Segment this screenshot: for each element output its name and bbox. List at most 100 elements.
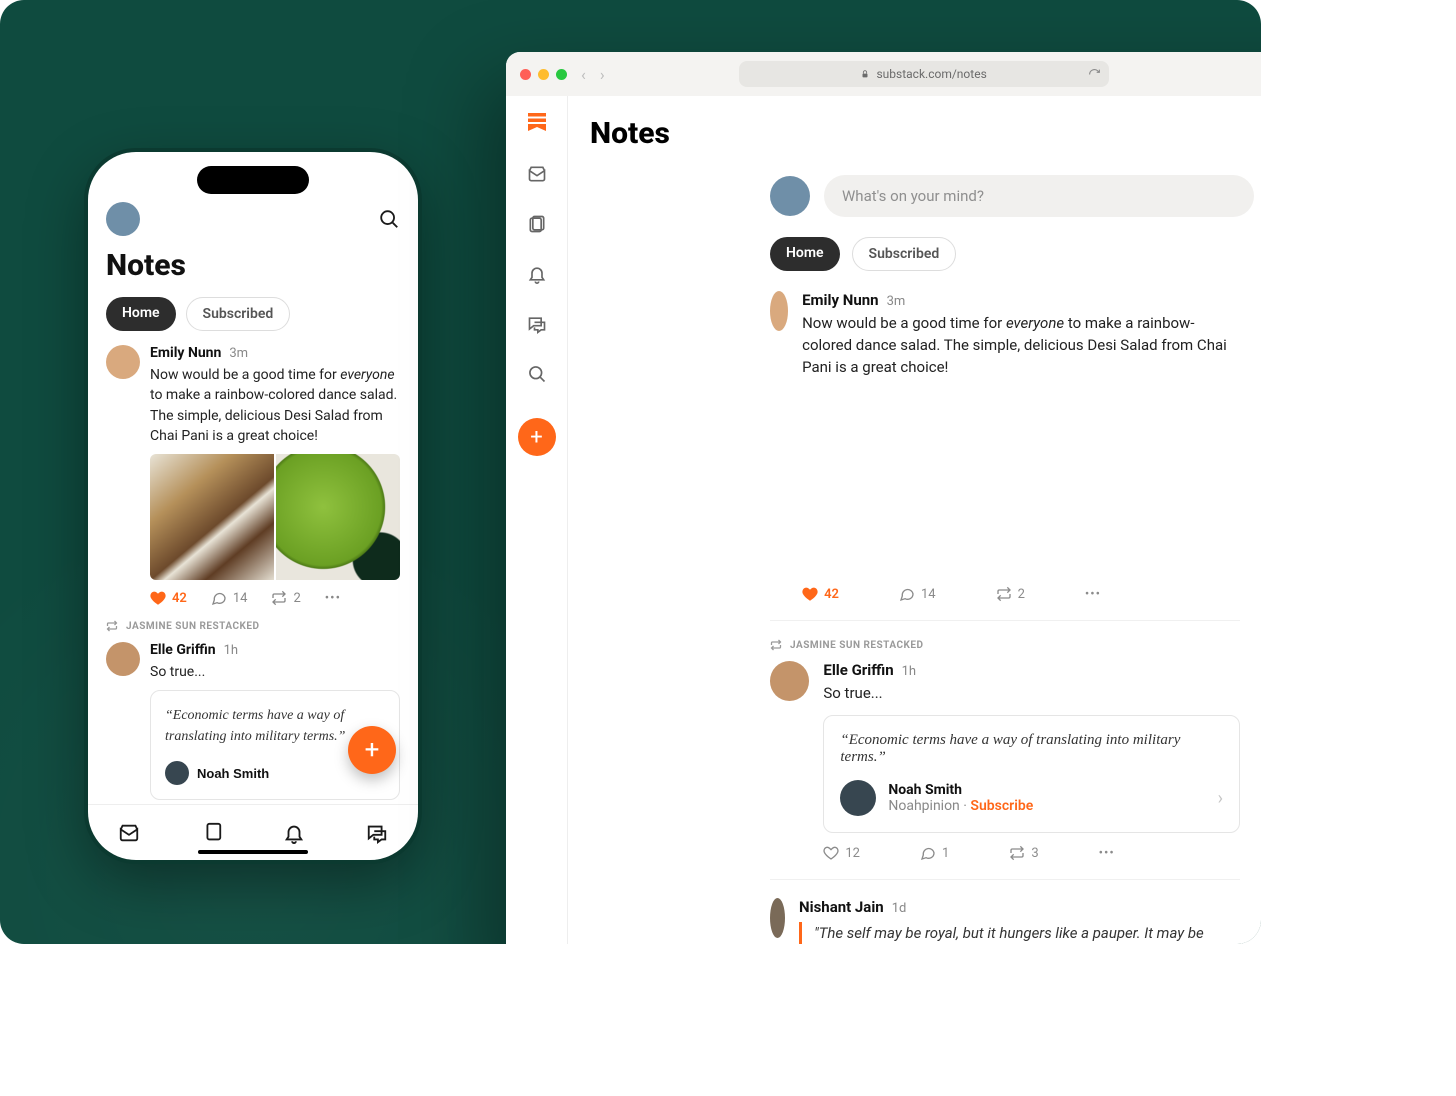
post-actions: 42 14 2 ••• xyxy=(802,586,1240,602)
user-avatar[interactable] xyxy=(770,176,810,216)
feed-tabs: Home Subscribed xyxy=(770,237,1261,271)
embed-avatar[interactable] xyxy=(840,780,876,816)
restack-indicator: JASMINE SUN RESTACKED xyxy=(106,620,400,632)
quote-embed[interactable]: “Economic terms have a way of translatin… xyxy=(823,715,1240,833)
post-time: 1h xyxy=(224,643,238,658)
notes-icon[interactable] xyxy=(527,214,547,234)
post-images[interactable] xyxy=(802,388,1240,574)
author-avatar[interactable] xyxy=(106,642,140,676)
post-body: Now would be a good time for everyone to… xyxy=(802,313,1240,378)
post-time: 3m xyxy=(887,294,906,309)
author-name[interactable]: Nishant Jain xyxy=(799,898,884,916)
chat-icon[interactable] xyxy=(527,314,547,334)
post-body: So true... xyxy=(150,662,400,682)
post-image[interactable] xyxy=(1022,388,1240,574)
chevron-right-icon: › xyxy=(1218,788,1223,809)
post: Emily Nunn 3m Now would be a good time f… xyxy=(770,291,1240,621)
more-button[interactable]: ••• xyxy=(1085,587,1101,602)
compose-button[interactable]: + xyxy=(518,418,556,456)
compose-input[interactable]: What's on your mind? xyxy=(824,175,1254,217)
inbox-icon[interactable] xyxy=(118,822,140,844)
tab-subscribed[interactable]: Subscribed xyxy=(186,297,291,331)
search-icon[interactable] xyxy=(527,364,547,384)
post: Emily Nunn 3m Now would be a good time f… xyxy=(106,345,400,606)
restack-button[interactable]: 2 xyxy=(996,586,1025,602)
browser-toolbar: ‹ › substack.com/notes xyxy=(506,52,1261,96)
post-image[interactable] xyxy=(276,454,400,580)
author-name[interactable]: Elle Griffin xyxy=(150,642,216,658)
post-image[interactable] xyxy=(150,454,274,580)
tab-subscribed[interactable]: Subscribed xyxy=(852,237,957,271)
comment-button[interactable]: 14 xyxy=(899,586,936,602)
substack-logo[interactable] xyxy=(525,110,549,134)
back-button[interactable]: ‹ xyxy=(581,65,586,84)
tab-home[interactable]: Home xyxy=(106,297,176,331)
phone-notch xyxy=(197,166,309,194)
compose-row: What's on your mind? xyxy=(770,175,1261,217)
comment-button[interactable]: 1 xyxy=(920,845,949,861)
quote-text: “Economic terms have a way of translatin… xyxy=(840,732,1223,766)
phone-mockup: Notes Home Subscribed Emily Nunn 3m Now … xyxy=(88,152,418,860)
browser-window: ‹ › substack.com/notes + Notes xyxy=(506,52,1261,944)
close-window[interactable] xyxy=(520,69,531,80)
maximize-window[interactable] xyxy=(556,69,567,80)
feed-tabs: Home Subscribed xyxy=(106,297,400,331)
restack-icon xyxy=(770,639,782,651)
author-avatar[interactable] xyxy=(770,291,788,331)
embed-author: Noah Smith xyxy=(197,764,269,784)
author-name[interactable]: Elle Griffin xyxy=(823,661,893,679)
embed-author-row: Noah Smith Noahpinion · Subscribe › xyxy=(840,780,1223,816)
home-indicator xyxy=(198,850,308,854)
window-controls xyxy=(520,69,567,80)
post-time: 1h xyxy=(902,664,916,679)
tab-home[interactable]: Home xyxy=(770,237,840,271)
notes-icon[interactable] xyxy=(201,822,223,844)
bell-icon[interactable] xyxy=(527,264,547,284)
comment-button[interactable]: 14 xyxy=(211,590,248,606)
post-time: 1d xyxy=(892,901,907,916)
post-body: So true... xyxy=(823,683,1240,705)
author-name[interactable]: Emily Nunn xyxy=(150,345,221,361)
restack-indicator: JASMINE SUN RESTACKED xyxy=(770,639,1240,651)
refresh-icon[interactable] xyxy=(1088,68,1101,81)
minimize-window[interactable] xyxy=(538,69,549,80)
search-icon[interactable] xyxy=(378,208,400,230)
compose-fab[interactable]: + xyxy=(348,726,396,774)
more-button[interactable]: ••• xyxy=(325,591,341,606)
post: Elle Griffin 1h So true... “Economic ter… xyxy=(106,642,400,800)
page-title: Notes xyxy=(106,248,400,283)
post-body: Now would be a good time for everyone to… xyxy=(150,365,400,446)
embed-publication: Noahpinion xyxy=(888,798,959,814)
restack-icon xyxy=(106,620,118,632)
post-actions: 12 1 3 ••• xyxy=(823,845,1240,861)
like-button[interactable]: 42 xyxy=(150,590,187,606)
restack-button[interactable]: 3 xyxy=(1009,845,1038,861)
author-avatar[interactable] xyxy=(106,345,140,379)
address-bar[interactable]: substack.com/notes xyxy=(739,61,1109,87)
embed-avatar xyxy=(165,761,189,785)
chat-icon[interactable] xyxy=(366,822,388,844)
sidebar: + xyxy=(506,96,568,944)
author-avatar[interactable] xyxy=(770,898,785,938)
author-avatar[interactable] xyxy=(770,661,809,701)
post: Nishant Jain 1d "The self may be royal, … xyxy=(770,898,1240,944)
like-button[interactable]: 12 xyxy=(823,845,860,861)
post-quote-body: "The self may be royal, but it hungers l… xyxy=(799,922,1240,944)
like-button[interactable]: 42 xyxy=(802,586,839,602)
post-actions: 42 14 2 ••• xyxy=(150,590,400,606)
post: Elle Griffin 1h So true... “Economic ter… xyxy=(770,661,1240,880)
lock-icon xyxy=(860,69,870,79)
subscribe-link[interactable]: Subscribe xyxy=(970,798,1033,814)
restack-button[interactable]: 2 xyxy=(271,590,300,606)
embed-author: Noah Smith xyxy=(888,782,1205,798)
post-images[interactable] xyxy=(150,454,400,580)
post-image[interactable] xyxy=(802,388,1020,574)
more-button[interactable]: ••• xyxy=(1099,846,1115,861)
forward-button[interactable]: › xyxy=(600,65,605,84)
bell-icon[interactable] xyxy=(283,822,305,844)
user-avatar[interactable] xyxy=(106,202,140,236)
post-time: 3m xyxy=(229,346,248,361)
author-name[interactable]: Emily Nunn xyxy=(802,291,878,309)
inbox-icon[interactable] xyxy=(527,164,547,184)
url-text: substack.com/notes xyxy=(876,67,986,81)
